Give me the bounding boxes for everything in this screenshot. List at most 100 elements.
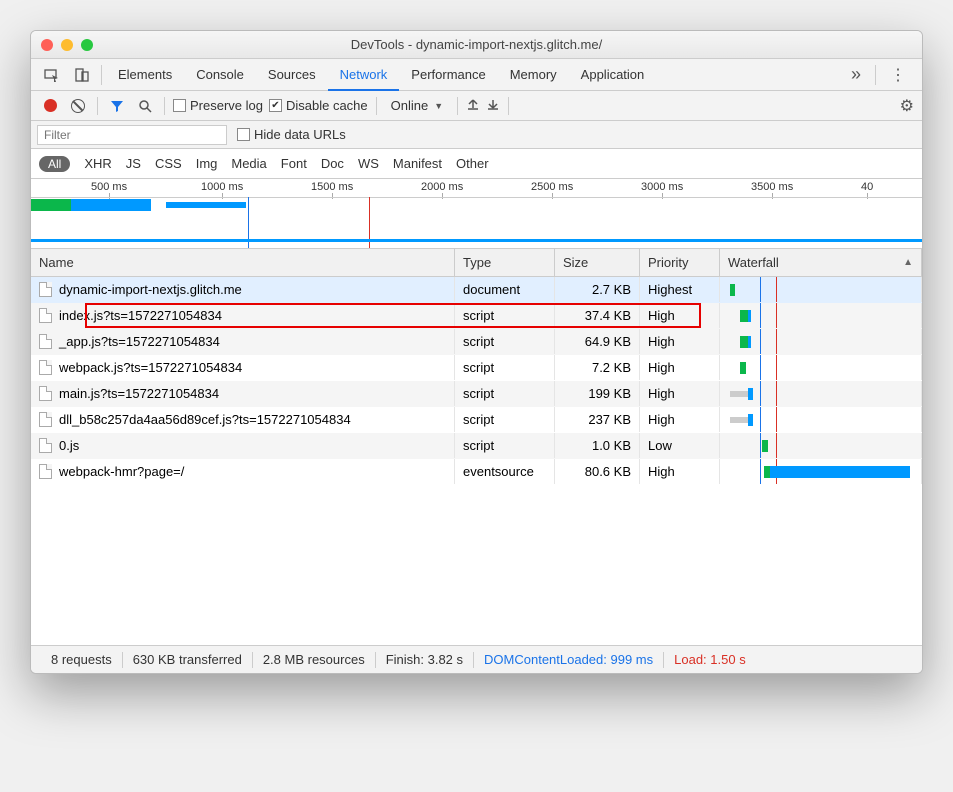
file-icon (39, 412, 52, 427)
request-size: 37.4 KB (555, 303, 640, 328)
filter-type-doc[interactable]: Doc (321, 156, 344, 171)
window-title: DevTools - dynamic-import-nextjs.glitch.… (31, 37, 922, 52)
file-icon (39, 438, 52, 453)
request-name: dll_b58c257da4aa56d89cef.js?ts=157227105… (59, 412, 351, 427)
tab-sources[interactable]: Sources (256, 59, 328, 90)
maximize-window-button[interactable] (81, 39, 93, 51)
network-table-header: Name Type Size Priority Waterfall▲ (31, 249, 922, 277)
tab-elements[interactable]: Elements (106, 59, 184, 90)
waterfall-cell (720, 303, 922, 328)
search-icon[interactable] (134, 95, 156, 117)
preserve-log-checkbox[interactable]: Preserve log (173, 98, 263, 113)
status-transferred: 630 KB transferred (123, 652, 252, 667)
request-type: script (455, 329, 555, 354)
filter-type-other[interactable]: Other (456, 156, 489, 171)
minimize-window-button[interactable] (61, 39, 73, 51)
column-type[interactable]: Type (455, 249, 555, 276)
table-row[interactable]: _app.js?ts=1572271054834script64.9 KBHig… (31, 329, 922, 355)
table-row[interactable]: webpack.js?ts=1572271054834script7.2 KBH… (31, 355, 922, 381)
clear-button[interactable] (67, 95, 89, 117)
filter-type-ws[interactable]: WS (358, 156, 379, 171)
upload-har-icon[interactable] (466, 97, 480, 114)
download-har-icon[interactable] (486, 97, 500, 114)
request-size: 2.7 KB (555, 277, 640, 302)
file-icon (39, 464, 52, 479)
table-row[interactable]: main.js?ts=1572271054834 script199 KBHigh (31, 381, 922, 407)
network-toolbar: Preserve log ✔Disable cache Online▼ ⚙ (31, 91, 922, 121)
settings-menu-button[interactable]: ⋮ (880, 65, 916, 85)
network-table-body: dynamic-import-nextjs.glitch.medocument2… (31, 277, 922, 485)
filter-type-js[interactable]: JS (126, 156, 141, 171)
request-type: script (455, 303, 555, 328)
request-priority: High (640, 407, 720, 432)
tab-application[interactable]: Application (569, 59, 657, 90)
hide-data-urls-checkbox[interactable]: Hide data URLs (237, 127, 346, 142)
status-load: Load: 1.50 s (664, 652, 756, 667)
column-size[interactable]: Size (555, 249, 640, 276)
column-priority[interactable]: Priority (640, 249, 720, 276)
filter-type-xhr[interactable]: XHR (84, 156, 111, 171)
inspect-icon[interactable] (37, 67, 67, 83)
tab-memory[interactable]: Memory (498, 59, 569, 90)
request-type: script (455, 407, 555, 432)
devtools-tabs: Elements Console Sources Network Perform… (31, 59, 922, 91)
tabs-overflow-button[interactable]: » (841, 64, 871, 85)
waterfall-cell (720, 329, 922, 354)
waterfall-cell (720, 459, 922, 484)
tab-console[interactable]: Console (184, 59, 256, 90)
request-name: index.js?ts=1572271054834 (59, 308, 222, 323)
filter-type-css[interactable]: CSS (155, 156, 182, 171)
filter-type-img[interactable]: Img (196, 156, 218, 171)
filter-bar: Hide data URLs (31, 121, 922, 149)
request-priority: Low (640, 433, 720, 458)
table-row[interactable]: 0.jsscript1.0 KBLow (31, 433, 922, 459)
file-icon (39, 308, 52, 323)
request-type: script (455, 355, 555, 380)
waterfall-cell (720, 433, 922, 458)
request-priority: High (640, 381, 720, 406)
timeline-overview[interactable]: 500 ms1000 ms1500 ms2000 ms2500 ms3000 m… (31, 179, 922, 249)
filter-type-font[interactable]: Font (281, 156, 307, 171)
request-name: main.js?ts=1572271054834 (59, 386, 219, 401)
record-button[interactable] (39, 95, 61, 117)
status-bar: 8 requests 630 KB transferred 2.8 MB res… (31, 645, 922, 673)
request-priority: High (640, 355, 720, 380)
request-type: script (455, 381, 555, 406)
waterfall-cell (720, 277, 922, 302)
file-icon (39, 360, 52, 375)
filter-type-all[interactable]: All (39, 156, 70, 172)
tab-performance[interactable]: Performance (399, 59, 497, 90)
table-row[interactable]: dll_b58c257da4aa56d89cef.js?ts=157227105… (31, 407, 922, 433)
status-resources: 2.8 MB resources (253, 652, 375, 667)
throttling-select[interactable]: Online▼ (385, 98, 450, 113)
file-icon (39, 334, 52, 349)
request-size: 199 KB (555, 381, 640, 406)
status-requests: 8 requests (41, 652, 122, 667)
filter-input[interactable] (37, 125, 227, 145)
network-settings-icon[interactable]: ⚙ (900, 96, 914, 116)
request-type: eventsource (455, 459, 555, 484)
tab-network[interactable]: Network (328, 60, 400, 91)
request-name: webpack-hmr?page=/ (59, 464, 184, 479)
request-priority: High (640, 459, 720, 484)
request-priority: High (640, 329, 720, 354)
filter-type-manifest[interactable]: Manifest (393, 156, 442, 171)
file-icon (39, 282, 52, 297)
disable-cache-checkbox[interactable]: ✔Disable cache (269, 98, 368, 113)
request-name: 0.js (59, 438, 79, 453)
close-window-button[interactable] (41, 39, 53, 51)
request-size: 80.6 KB (555, 459, 640, 484)
waterfall-cell (720, 381, 922, 406)
waterfall-cell (720, 407, 922, 432)
table-row[interactable]: dynamic-import-nextjs.glitch.medocument2… (31, 277, 922, 303)
column-name[interactable]: Name (31, 249, 455, 276)
column-waterfall[interactable]: Waterfall▲ (720, 249, 922, 276)
filter-icon[interactable] (106, 95, 128, 117)
window-titlebar: DevTools - dynamic-import-nextjs.glitch.… (31, 31, 922, 59)
table-row[interactable]: index.js?ts=1572271054834script37.4 KBHi… (31, 303, 922, 329)
file-icon (39, 386, 52, 401)
table-row[interactable]: webpack-hmr?page=/ eventsource80.6 KBHigh (31, 459, 922, 485)
filter-type-media[interactable]: Media (231, 156, 266, 171)
device-toggle-icon[interactable] (67, 67, 97, 83)
request-name: _app.js?ts=1572271054834 (59, 334, 220, 349)
